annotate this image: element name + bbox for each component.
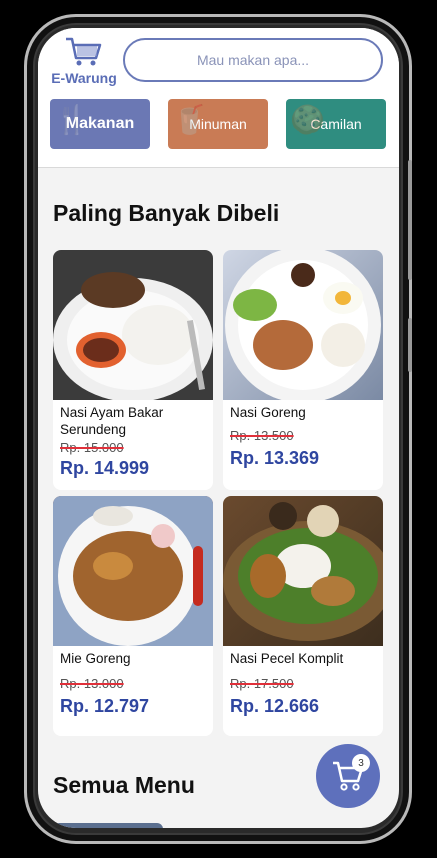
food-image (53, 250, 213, 400)
category-minuman[interactable]: 🥤 Minuman (168, 99, 268, 149)
old-price: Rp. 13.500 (230, 428, 294, 443)
price: Rp. 13.369 (230, 448, 320, 468)
old-price: Rp. 17.500 (230, 676, 294, 691)
drink-icon: 🥤 (172, 104, 207, 135)
category-makanan[interactable]: 🍴 Makanan (50, 99, 150, 149)
cart-button[interactable]: 3 (316, 744, 380, 808)
price: Rp. 14.999 (60, 458, 150, 478)
food-image (223, 496, 383, 646)
product-card[interactable]: Mie Goreng Rp. 13.000 Rp. 12.797 (53, 496, 213, 736)
logo[interactable]: E-Warung (48, 36, 120, 94)
product-name: Nasi Goreng (230, 405, 306, 420)
app-screen: E-Warung 🍴 Makanan 🥤 Minuman 🍪 Camilan P… (38, 28, 399, 828)
power-button (408, 318, 412, 372)
cart-logo-icon (66, 37, 102, 66)
header: E-Warung 🍴 Makanan 🥤 Minuman 🍪 Camilan (38, 28, 399, 168)
product-card[interactable]: Nasi Goreng Rp. 13.500 Rp. 13.369 (223, 250, 383, 490)
utensils-icon: 🍴 (54, 104, 89, 135)
price: Rp. 12.797 (60, 696, 150, 716)
popular-section-title: Paling Banyak Dibeli (53, 200, 280, 226)
food-image (53, 496, 213, 646)
product-card[interactable]: Nasi Ayam Bakar Serundeng Rp. 15.000 Rp.… (53, 250, 213, 490)
product-name: Mie Goreng (60, 651, 131, 666)
category-camilan[interactable]: 🍪 Camilan (286, 99, 386, 149)
snack-icon: 🍪 (290, 104, 325, 135)
menu-item-peek (53, 823, 163, 828)
product-card[interactable]: Nasi Pecel Komplit Rp. 17.500 Rp. 12.666 (223, 496, 383, 736)
price: Rp. 12.666 (230, 696, 320, 716)
all-menu-title: Semua Menu (53, 772, 195, 798)
old-price: Rp. 13.000 (60, 676, 124, 691)
logo-label: E-Warung (51, 70, 117, 86)
product-name: Nasi Ayam Bakar Serundeng (60, 405, 164, 437)
product-name: Nasi Pecel Komplit (230, 651, 344, 666)
old-price: Rp. 15.000 (60, 440, 124, 455)
food-image (223, 250, 383, 400)
volume-button (408, 160, 412, 280)
cart-count-badge: 3 (352, 754, 370, 772)
search-input[interactable] (123, 38, 383, 82)
